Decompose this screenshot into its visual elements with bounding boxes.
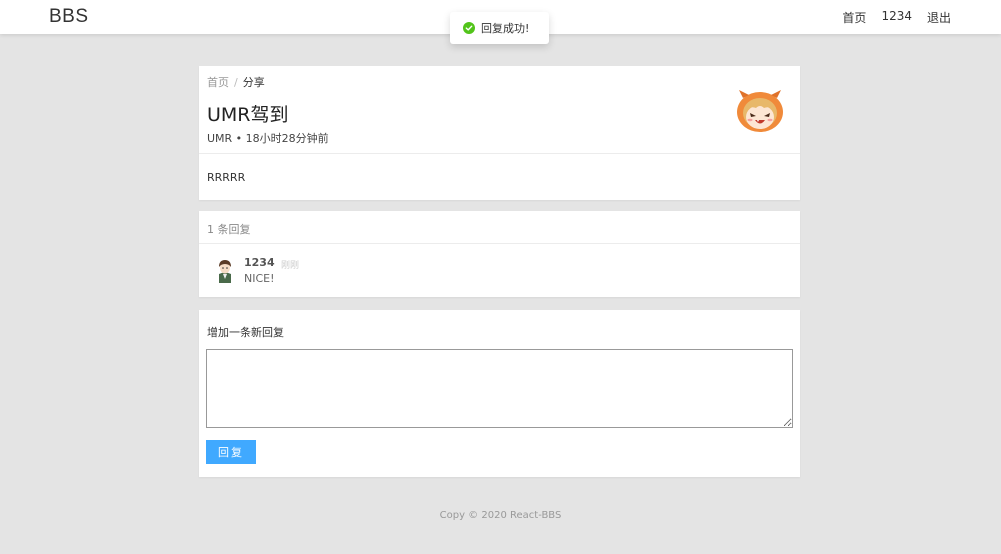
breadcrumb-separator: / [234,76,238,89]
boy-avatar[interactable] [215,257,235,283]
replies-card: 1 条回复 1234 刚刚 NICE! [199,211,800,297]
new-reply-title: 增加一条新回复 [207,326,284,339]
reply-button[interactable]: 回复 [206,440,256,464]
reply-count: 1 条回复 [207,223,251,236]
toast-message: 回复成功! [481,22,530,35]
anime-girl-avatar [735,89,785,133]
reply-content: NICE! [244,272,275,285]
breadcrumb: 首页 / 分享 [207,74,265,90]
nav-user-link[interactable]: 1234 [881,9,912,26]
nav-home-link[interactable]: 首页 [842,9,866,26]
reply-time: 刚刚 [281,261,300,271]
success-toast: 回复成功! [450,12,549,44]
breadcrumb-current: 分享 [242,76,265,89]
topic-body: RRRRR [207,171,246,184]
nav-links: 首页 1234 退出 [842,9,951,26]
new-reply-card: 增加一条新回复 回复 [199,310,800,477]
reply-item: 1234 刚刚 NICE! [199,244,800,296]
topic-divider [199,153,800,154]
site-logo[interactable]: BBS [49,6,89,28]
nav-logout-link[interactable]: 退出 [927,9,951,26]
topic-title: UMR驾到 [207,104,289,126]
footer-copyright: Copy © 2020 React-BBS [439,510,562,521]
check-circle-icon [463,22,475,34]
breadcrumb-home[interactable]: 首页 [207,76,229,89]
topic-meta: UMR • 18小时28分钟前 [207,132,329,145]
topic-card: 首页 / 分享 UMR驾到 UMR • 18小时28分钟前 RRRRR [199,66,800,200]
reply-author[interactable]: 1234 [244,256,275,269]
reply-textarea[interactable] [206,349,793,428]
